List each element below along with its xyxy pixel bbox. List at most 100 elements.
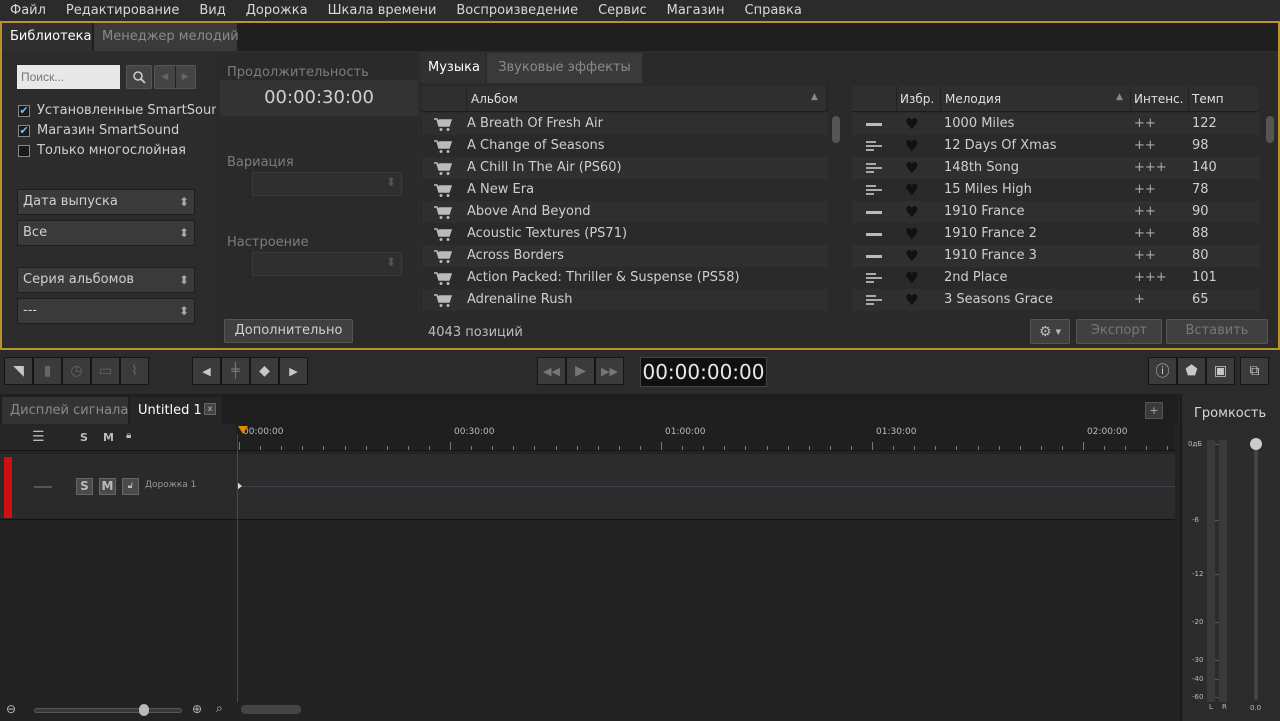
- song-row[interactable]: ♥ 1910 France 2 ++ 88: [852, 223, 1260, 245]
- play-icon[interactable]: ▶: [566, 357, 595, 385]
- filter-multilayer[interactable]: Только многослойная: [18, 143, 186, 158]
- filter-installed[interactable]: ✔ Установленные SmartSound: [18, 103, 228, 118]
- sort-date-select[interactable]: Дата выпуска: [17, 189, 195, 215]
- favorite-heart-icon[interactable]: ♥: [905, 289, 918, 311]
- layers-icon[interactable]: ☰: [32, 429, 45, 445]
- menu-item[interactable]: Вид: [189, 0, 235, 21]
- info-icon[interactable]: ⓘ: [1148, 357, 1177, 385]
- menu-item[interactable]: Файл: [0, 0, 56, 21]
- next-icon[interactable]: ▶: [279, 357, 308, 385]
- menu-item[interactable]: Воспроизведение: [446, 0, 588, 21]
- master-volume-track[interactable]: [1254, 442, 1258, 700]
- mute-all-label[interactable]: M: [103, 431, 114, 444]
- tempo-column-header[interactable]: Темп: [1192, 92, 1224, 106]
- video-icon[interactable]: ▭: [91, 357, 120, 385]
- album-row[interactable]: Adrenaline Rush: [422, 289, 828, 311]
- menu-item[interactable]: Магазин: [657, 0, 735, 21]
- favorite-heart-icon[interactable]: ♥: [905, 223, 918, 245]
- insert-button[interactable]: Вставить: [1166, 319, 1268, 344]
- favorite-heart-icon[interactable]: ♥: [905, 267, 918, 289]
- album-scrollbar[interactable]: [832, 116, 840, 143]
- tab-music[interactable]: Музыка: [420, 53, 485, 83]
- menu-item[interactable]: Редактирование: [56, 0, 189, 21]
- song-row[interactable]: ♥ 1910 France 3 ++ 80: [852, 245, 1260, 267]
- search-input[interactable]: [17, 65, 120, 89]
- album-row[interactable]: A Change of Seasons: [422, 135, 828, 157]
- song-row[interactable]: ♥ 2nd Place +++ 101: [852, 267, 1260, 289]
- track-name[interactable]: Дорожка 1: [145, 480, 196, 490]
- export-button[interactable]: Экспорт: [1076, 319, 1162, 344]
- tab-library[interactable]: Библиотека: [2, 23, 92, 51]
- nav-forward-icon[interactable]: ▶: [176, 66, 196, 88]
- detach-window-icon[interactable]: ⧉: [1240, 357, 1269, 385]
- menu-item[interactable]: Сервис: [588, 0, 657, 21]
- mute-button[interactable]: M: [99, 478, 116, 495]
- mood-select[interactable]: [252, 252, 402, 276]
- keyframe-icon[interactable]: ◆: [250, 357, 279, 385]
- tab-signal-display[interactable]: Дисплей сигнала: [2, 397, 128, 424]
- favorite-heart-icon[interactable]: ♥: [905, 157, 918, 179]
- album-series-select[interactable]: Серия альбомов: [17, 267, 195, 293]
- menu-item[interactable]: Дорожка: [236, 0, 318, 21]
- unlock-icon[interactable]: 🔓︎: [122, 478, 139, 495]
- tab-sound-effects[interactable]: Звуковые эффекты: [487, 53, 642, 83]
- variation-select[interactable]: [252, 172, 402, 196]
- prev-icon[interactable]: ◀: [192, 357, 221, 385]
- fast-forward-icon[interactable]: ▶▶: [595, 357, 624, 385]
- playhead-marker-icon[interactable]: [238, 426, 248, 434]
- song-row[interactable]: ♥ 148th Song +++ 140: [852, 157, 1260, 179]
- series-value-select[interactable]: ---: [17, 298, 195, 324]
- track-lane[interactable]: [236, 454, 1175, 520]
- zoom-slider-handle[interactable]: [139, 704, 149, 716]
- album-column-header[interactable]: Альбом: [471, 92, 518, 106]
- filter-store[interactable]: ✔ Магазин SmartSound: [18, 123, 179, 138]
- album-row[interactable]: Action Packed: Thriller & Suspense (PS58…: [422, 267, 828, 289]
- split-icon[interactable]: ▮: [33, 357, 62, 385]
- album-row[interactable]: Above And Beyond: [422, 201, 828, 223]
- song-row[interactable]: ♥ 1910 France ++ 90: [852, 201, 1260, 223]
- album-row[interactable]: A Chill In The Air (PS60): [422, 157, 828, 179]
- song-row[interactable]: ♥ 1000 Miles ++ 122: [852, 113, 1260, 135]
- solo-all-label[interactable]: S: [80, 431, 88, 444]
- zoom-out-icon[interactable]: ⊖: [6, 702, 16, 716]
- rewind-icon[interactable]: ◀◀: [537, 357, 566, 385]
- search-button[interactable]: [126, 65, 152, 89]
- close-tab-icon[interactable]: x: [204, 403, 216, 415]
- add-track-icon[interactable]: +: [1145, 402, 1163, 419]
- more-button[interactable]: Дополнительно: [224, 319, 353, 343]
- lock-icon[interactable]: 🔒︎: [126, 430, 131, 441]
- date-range-select[interactable]: Все: [17, 220, 195, 246]
- favorite-heart-icon[interactable]: ♥: [905, 113, 918, 135]
- album-row[interactable]: Acoustic Textures (PS71): [422, 223, 828, 245]
- duration-value[interactable]: 00:00:30:00: [220, 80, 418, 116]
- clock-icon[interactable]: ◷: [62, 357, 91, 385]
- menu-item[interactable]: Шкала времени: [318, 0, 447, 21]
- master-volume-handle[interactable]: [1250, 438, 1262, 450]
- timeline-scrollbar[interactable]: [241, 705, 301, 714]
- song-column-header[interactable]: Мелодия: [945, 92, 1001, 106]
- add-marker-icon[interactable]: ◥: [4, 357, 33, 385]
- tab-melody-manager[interactable]: Менеджер мелодий: [94, 23, 239, 51]
- zoom-fit-icon[interactable]: ⌕: [216, 701, 223, 716]
- favorite-heart-icon[interactable]: ♥: [905, 245, 918, 267]
- nav-back-icon[interactable]: ◀: [155, 66, 176, 88]
- song-row[interactable]: ♥ 3 Seasons Grace +65: [852, 289, 1260, 311]
- favorite-heart-icon[interactable]: ♥: [905, 135, 918, 157]
- video-preview-icon[interactable]: ▣: [1206, 357, 1235, 385]
- favorite-heart-icon[interactable]: ♥: [905, 201, 918, 223]
- fav-column-header[interactable]: Избр.: [900, 92, 934, 106]
- song-scrollbar[interactable]: [1266, 116, 1274, 143]
- favorite-heart-icon[interactable]: ♥: [905, 179, 918, 201]
- settings-button[interactable]: ⚙ ▼: [1030, 319, 1070, 344]
- album-row[interactable]: Across Borders: [422, 245, 828, 267]
- song-row[interactable]: ♥ 12 Days Of Xmas ++ 98: [852, 135, 1260, 157]
- menu-item[interactable]: Справка: [735, 0, 812, 21]
- album-row[interactable]: A Breath Of Fresh Air: [422, 113, 828, 135]
- track-volume-slider[interactable]: [34, 486, 52, 488]
- zoom-in-icon[interactable]: ⊕: [192, 702, 202, 716]
- album-row[interactable]: A New Era: [422, 179, 828, 201]
- song-row[interactable]: ♥ 15 Miles High ++ 78: [852, 179, 1260, 201]
- timeline-ruler[interactable]: 00:00:00 00:30:00 01:00:00 01:30:00 02:00:00: [236, 424, 1175, 451]
- mixer-icon[interactable]: ╪: [221, 357, 250, 385]
- marker-icon[interactable]: ⬟: [1177, 357, 1206, 385]
